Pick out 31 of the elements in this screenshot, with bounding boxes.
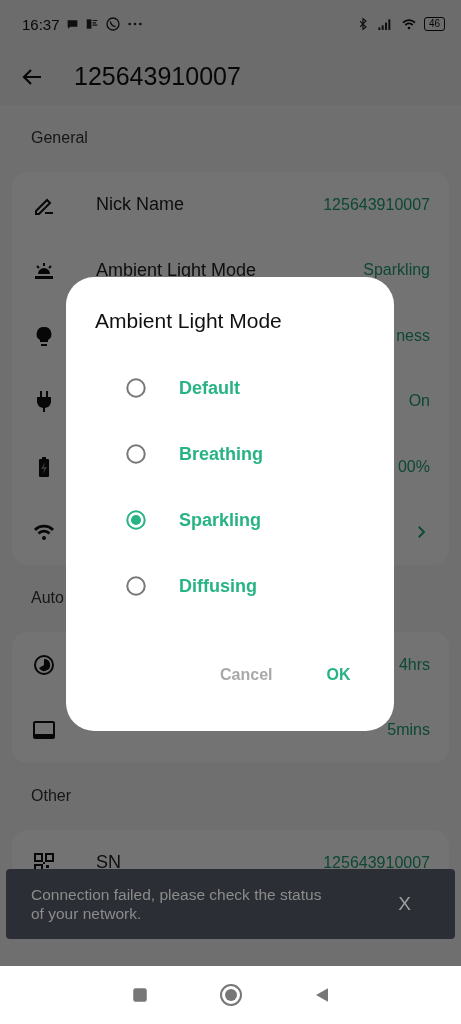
section-title: Auto [31,589,64,606]
clock-time: 16:37 [22,15,60,33]
error-message: Connection failed, please check the status of your network. [31,885,323,923]
close-button[interactable]: X [398,893,411,915]
notification-icon [84,17,99,31]
section-title: Other [31,787,71,804]
section-title: General [31,129,88,146]
dialog-title: Ambient Light Mode [94,308,283,334]
setting-value: 125643910007 [323,853,430,872]
battery-level: 46 [423,17,445,31]
radio-option[interactable]: Sparkling [66,487,394,553]
ok-button[interactable]: OK [314,660,363,690]
phone-circle-icon [104,16,121,32]
home-icon [218,983,243,1007]
setting-value: ness [396,326,430,345]
setting-label[interactable]: Nick Name [96,194,324,216]
timer-icon [32,652,56,677]
setting-value: Sparkling [363,261,430,280]
setting-value: On [408,392,430,411]
setting-value: 00% [397,457,430,476]
cancel-button[interactable]: Cancel [208,660,285,690]
setting-label[interactable]: SN [96,852,324,874]
radio-option[interactable]: Breathing [66,421,394,487]
setting-value: 4hrs [398,655,430,674]
radio-option[interactable]: Diffusing [66,553,394,619]
page-title: 125643910007 [74,62,241,91]
recent-apps-icon [130,986,149,1004]
chat-bubble-icon [65,17,79,31]
radio-option[interactable]: Default [66,355,394,421]
setting-value: 125643910007 [323,195,430,214]
setting-value: 5mins [387,721,430,740]
